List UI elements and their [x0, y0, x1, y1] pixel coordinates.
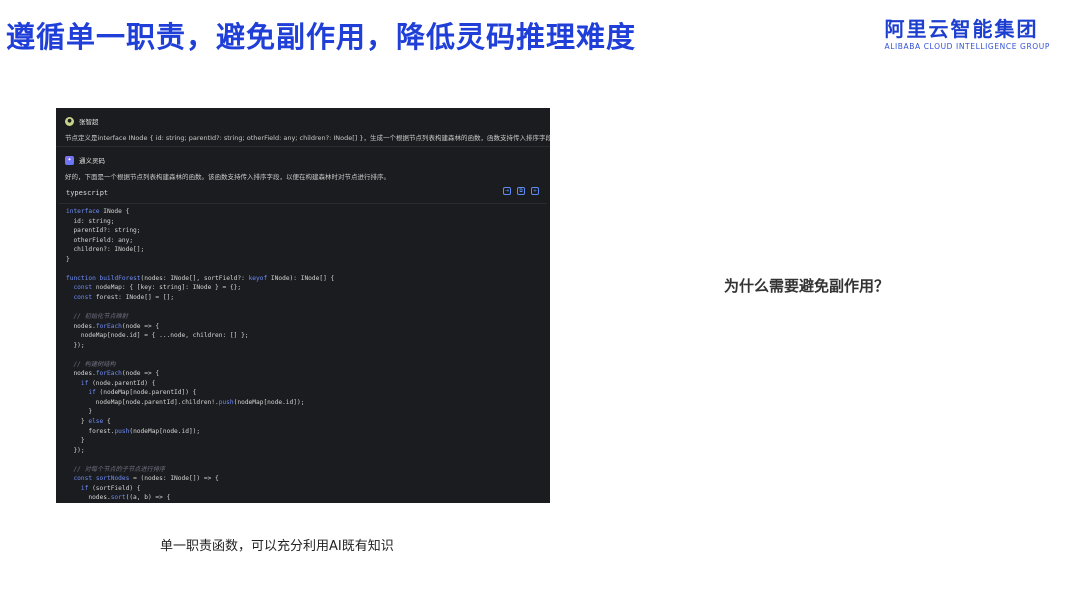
code-line: nodeMap[node.id] = { ...node, children: …: [66, 332, 249, 340]
code-line: });: [66, 446, 85, 454]
code-line: }: [66, 255, 70, 263]
code-line: const sortNodes = (nodes: INode[]) => {: [73, 475, 219, 483]
code-line: if (sortField) {: [80, 484, 141, 492]
ai-message-header: ✦ 通义灵码: [65, 155, 105, 165]
code-line: nodeMap[node.parentId].children!.push(no…: [66, 398, 305, 406]
ai-assistant-icon: ✦: [65, 155, 74, 165]
copy-icon[interactable]: ⧉: [517, 187, 525, 195]
user-message-text: 节点定义是interface INode { id: string; paren…: [65, 134, 550, 142]
code-line: nodes.sort((a, b) => {: [66, 494, 171, 502]
code-line: if (nodeMap[node.parentId]) {: [88, 389, 197, 397]
code-actions: ⇥ ⧉ +: [503, 187, 539, 195]
user-name: 张智超: [79, 118, 99, 126]
code-language-label: typescript: [66, 189, 109, 197]
code-line: nodes.forEach(node => {: [66, 370, 160, 378]
ai-message-text: 好的，下面是一个根据节点列表构建森林的函数。该函数支持传入排序字段，以便在构建森…: [65, 173, 390, 181]
code-line: parentId?: string;: [66, 227, 141, 235]
chat-screenshot: ● 张智超 节点定义是interface INode { id: string;…: [56, 108, 550, 503]
user-message-block: ● 张智超 节点定义是interface INode { id: string;…: [56, 108, 550, 147]
code-line: forest.push(nodeMap[node.id]);: [66, 427, 201, 435]
logo-english-text: ALIBABA CLOUD INTELLIGENCE GROUP: [884, 42, 1050, 51]
logo-chinese-text: 阿里云智能集团: [884, 17, 1039, 41]
company-logo: 阿里云智能集团 ALIBABA CLOUD INTELLIGENCE GROUP: [884, 18, 1050, 51]
slide-title: 遵循单一职责，避免副作用，降低灵码推理难度: [6, 20, 637, 54]
code-line: const forest: INode[] = [];: [73, 293, 175, 301]
code-line: nodes.forEach(node => {: [66, 322, 160, 330]
code-line: const nodeMap: { [key: string]: INode } …: [73, 284, 242, 292]
user-avatar: ●: [65, 116, 74, 126]
image-caption: 单一职责函数，可以充分利用AI既有知识: [160, 539, 394, 554]
code-line: otherField: any;: [66, 236, 134, 244]
code-line: children?: INode[];: [66, 246, 145, 254]
ai-name: 通义灵码: [79, 157, 105, 165]
insert-icon[interactable]: ⇥: [503, 187, 511, 195]
code-block: interface INode { id: string; parentId?:…: [66, 207, 542, 503]
code-line: }: [66, 437, 85, 445]
new-file-icon[interactable]: +: [531, 187, 539, 195]
code-line: // 对每个节点的子节点进行排序: [66, 465, 166, 473]
question-text: 为什么需要避免副作用？: [724, 277, 890, 295]
user-message-header: ● 张智超: [65, 116, 99, 126]
code-line: // 初始化节点映射: [66, 313, 128, 321]
code-line: }: [66, 408, 93, 416]
code-line: });: [66, 341, 85, 349]
code-line: } else {: [66, 418, 111, 426]
code-line: if (node.parentId) {: [80, 379, 156, 387]
code-line: interface INode {: [66, 208, 130, 215]
code-line: id: string;: [66, 217, 115, 225]
code-line: function buildForest(nodes: INode[], sor…: [66, 274, 335, 282]
code-block-header: typescript ⇥ ⧉ +: [59, 183, 547, 204]
code-line: // 构建树结构: [66, 360, 116, 368]
